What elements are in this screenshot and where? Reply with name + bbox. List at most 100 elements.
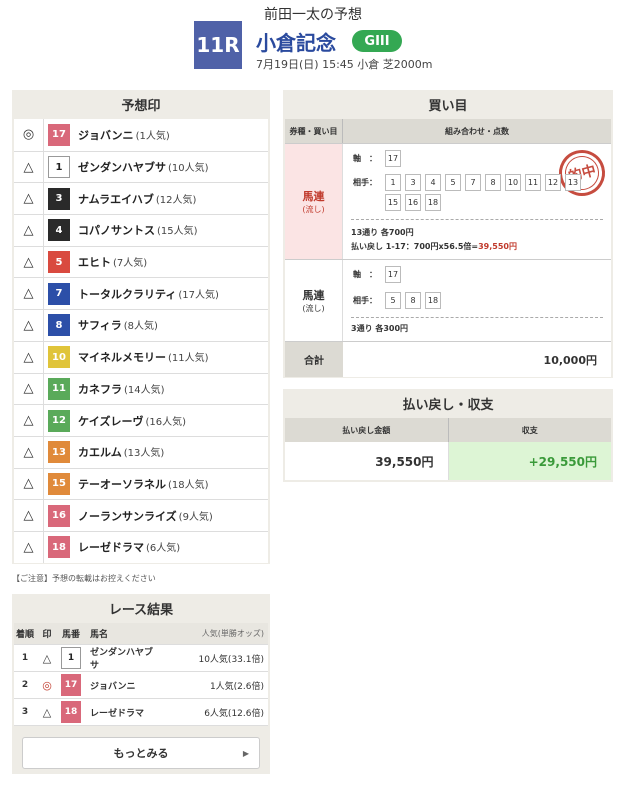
pick-row: ◎ 17 ジョバンニ (1人気): [14, 119, 268, 151]
header-name: 馬名: [90, 630, 109, 640]
popularity: (18人気): [168, 479, 209, 491]
colon: ：: [369, 270, 377, 279]
payout-formula: 払い戻し 1-17：700円x56.5倍=: [351, 242, 479, 251]
bet-row: 馬連 (流し) 軸 ： 相手 ： 3通り 各300円 17 5 8 18: [285, 259, 611, 341]
bet-type: 馬連: [302, 289, 325, 302]
number-box: 5: [385, 292, 401, 309]
popularity-odds: 1人気(2.6倍): [209, 681, 264, 692]
number-box: 17: [385, 150, 401, 167]
finish-rank: 1: [21, 653, 29, 663]
header-balance: 収支: [521, 425, 538, 435]
horse-name[interactable]: カネフラ (14人気): [78, 381, 165, 397]
horse-name[interactable]: レーゼドラマ (6人気): [78, 539, 180, 555]
pick-mark: ◎: [14, 119, 44, 151]
bet-subtype: (流し): [302, 205, 325, 214]
pick-row: △ 18 レーゼドラマ (6人気): [14, 530, 268, 563]
popularity: (12人気): [155, 194, 197, 206]
predictor-title: 前田一太の予想: [264, 7, 362, 23]
result-rows: 1 △ 1 ゼンダンハヤブサ 10人気(33.1倍) 2 ◎ 17 ジョバンニ 1人気(2.6倍)…: [14, 645, 268, 726]
horse-number: 18: [48, 536, 70, 559]
number-box: 17: [385, 266, 401, 283]
header-pop: 人気(単勝オッズ): [201, 629, 264, 638]
popularity-odds: 6人気(12.6倍): [204, 708, 264, 719]
horse-name[interactable]: ノーランサンライズ (9人気): [78, 508, 213, 524]
bets-table-header: 券種・買い目 組み合わせ・点数: [285, 119, 611, 143]
number-box: 12: [545, 174, 561, 191]
bet-subtype: (流し): [302, 304, 325, 313]
pick-row: △ 15 テーオーソラネル (18人気): [14, 467, 268, 500]
horse-name[interactable]: ケイズレーヴ (16人気): [78, 413, 186, 429]
horse-name[interactable]: テーオーソラネル (18人気): [78, 476, 209, 492]
horse-name[interactable]: エヒト (7人気): [78, 254, 147, 270]
pick-row: △ 4 コパノサントス (15人気): [14, 214, 268, 246]
payout-header: 払い戻し金額 収支: [285, 418, 611, 442]
bet-combination: 軸 ： 相手 ： 3通り 各300円 17 5 8 18: [343, 260, 611, 341]
result-title: レース結果: [108, 602, 174, 618]
axis-label: 軸: [353, 154, 361, 163]
horse-number: 17: [61, 674, 81, 696]
result-mark: △: [42, 651, 52, 665]
horse-name-text: トータルクラリティ: [78, 287, 177, 301]
more-button[interactable]: もっとみる ▶: [22, 737, 260, 769]
popularity: (1人気): [135, 130, 170, 142]
horse-number: 7: [48, 282, 70, 305]
horse-name-text: マイネルメモリー: [78, 351, 166, 365]
payout-value: 39,550円: [478, 242, 517, 251]
more-button-label: もっとみる: [113, 747, 169, 760]
horse-name[interactable]: トータルクラリティ (17人気): [78, 286, 219, 302]
pick-row: △ 1 ゼンダンハヤブサ (10人気): [14, 150, 268, 183]
colon: ：: [369, 154, 377, 163]
finish-rank: 3: [21, 707, 29, 717]
horse-name-text: サフィラ: [78, 319, 122, 333]
horse-name: ゼンダンハヤブサ: [90, 648, 154, 671]
horse-name[interactable]: ジョバンニ (1人気): [78, 127, 170, 143]
race-name: 小倉記念: [256, 31, 336, 55]
horse-name-text: コパノサントス: [78, 224, 155, 238]
horse-name[interactable]: ナムラエイハブ (12人気): [78, 191, 196, 207]
race-info: 7月19日(日) 15:45 小倉 芝2000m: [256, 58, 433, 71]
horse-name[interactable]: サフィラ (8人気): [78, 317, 158, 333]
number-box: 3: [405, 174, 421, 191]
horse-name-text: エヒト: [78, 256, 111, 270]
hit-stamp-icon: 的中: [553, 144, 611, 202]
header-mark: 印: [42, 630, 52, 640]
pick-mark: △: [14, 373, 44, 405]
horse-name: レーゼドラマ: [90, 708, 145, 719]
horse-number: 1: [48, 156, 70, 179]
horse-name[interactable]: カエルム (13人気): [78, 444, 164, 460]
number-box: 8: [405, 292, 421, 309]
popularity: (11人気): [168, 353, 209, 365]
number-box: 7: [465, 174, 481, 191]
pick-mark: △: [14, 215, 44, 246]
header-rank: 着順: [15, 630, 34, 640]
number-box: 11: [525, 174, 541, 191]
bet-type-cell: 馬連 (流し): [285, 260, 343, 341]
horse-number: 5: [48, 251, 70, 274]
popularity: (6人気): [146, 543, 181, 555]
partner-label: 相手: [353, 178, 369, 187]
horse-name[interactable]: ゼンダンハヤブサ (10人気): [78, 159, 209, 175]
pick-mark: △: [14, 468, 44, 500]
horse-name-text: ジョバンニ: [78, 128, 134, 142]
popularity-odds: 10人気(33.1倍): [198, 654, 264, 665]
horse-name[interactable]: コパノサントス (15人気): [78, 222, 198, 238]
horse-number: 12: [48, 409, 70, 432]
pick-row: △ 11 カネフラ (14人気): [14, 372, 268, 405]
horse-number: 17: [48, 123, 70, 146]
result-row: 1 △ 1 ゼンダンハヤブサ 10人気(33.1倍): [14, 645, 268, 672]
popularity: (10人気): [168, 163, 209, 175]
picks-panel: 予想印 ◎ 17 ジョバンニ (1人気) △ 1 ゼンダンハヤブサ (10人気) △ 3 ナムラエイ…: [12, 90, 270, 564]
horse-number: 1: [61, 647, 81, 669]
picks-list: ◎ 17 ジョバンニ (1人気) △ 1 ゼンダンハヤブサ (10人気) △ 3 ナムラエイハブ (1…: [14, 119, 268, 563]
payout-amount: 39,550円: [285, 442, 449, 480]
pick-row: △ 12 ケイズレーヴ (16人気): [14, 404, 268, 436]
horse-name: ジョバンニ: [90, 681, 136, 692]
horse-number: 18: [61, 701, 81, 723]
horse-name[interactable]: マイネルメモリー (11人気): [78, 349, 209, 365]
bet-row: 馬連 (流し) 軸 ： 相手 ： 13通り 各700円 払い戻し 1-17：70…: [285, 143, 611, 259]
popularity: (13人気): [123, 448, 165, 460]
popularity: (16人気): [145, 416, 186, 428]
pick-mark: △: [14, 151, 44, 183]
pick-mark: △: [14, 278, 44, 310]
colon: ：: [369, 178, 377, 187]
